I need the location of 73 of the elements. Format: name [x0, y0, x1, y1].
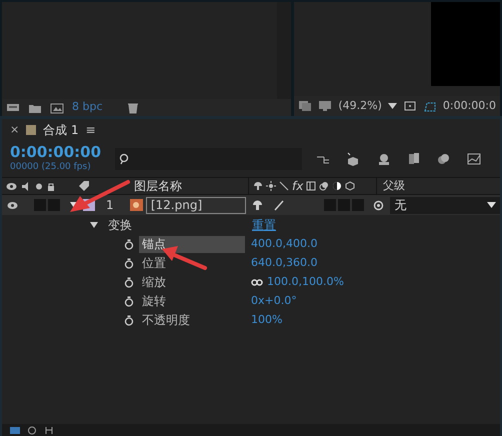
tag-icon[interactable]: [78, 180, 90, 192]
zoom-level[interactable]: (49.2%): [338, 98, 382, 114]
monitor-icon[interactable]: [318, 100, 332, 112]
flowchart-icon[interactable]: [6, 102, 20, 114]
slash-icon[interactable]: [272, 200, 284, 210]
solo-icon[interactable]: [35, 182, 43, 190]
layers-icon[interactable]: [436, 152, 452, 166]
stopwatch-icon[interactable]: [124, 296, 134, 307]
pick-whip-icon[interactable]: [373, 200, 384, 210]
snapshot-icon[interactable]: [298, 100, 312, 112]
property-value[interactable]: 100.0,100.0%: [267, 274, 344, 291]
layer-row[interactable]: 1 [12.png] 无: [2, 195, 500, 215]
composition-swatch: [26, 125, 36, 135]
property-value[interactable]: 400.0,400.0: [251, 236, 318, 253]
trash-icon[interactable]: [126, 102, 140, 114]
search-icon[interactable]: [27, 426, 38, 434]
shy-icon[interactable]: [252, 200, 263, 210]
parent-header[interactable]: 父级: [376, 178, 405, 194]
switch-toggle[interactable]: [34, 199, 46, 211]
shy-icon[interactable]: [253, 181, 263, 191]
footage-icon[interactable]: [130, 199, 143, 211]
dropdown-icon[interactable]: [388, 102, 397, 110]
layer-name-header[interactable]: 图层名称: [130, 177, 248, 195]
graph-editor-icon[interactable]: [466, 152, 482, 166]
search-field[interactable]: [115, 148, 302, 170]
composition-icon[interactable]: [10, 426, 21, 434]
effects-header[interactable]: fx: [292, 177, 304, 195]
expand-triangle[interactable]: [90, 221, 98, 229]
safe-area-icon[interactable]: [402, 100, 417, 112]
motion-blur-icon[interactable]: [319, 181, 330, 191]
current-time[interactable]: 0:00:00:00: [10, 143, 102, 162]
viewer-timecode[interactable]: 0:00:00:0: [442, 98, 496, 114]
slash-icon[interactable]: [279, 181, 289, 191]
panel-menu-button[interactable]: ≡: [86, 121, 96, 139]
motion-blur-icon[interactable]: [376, 152, 392, 166]
adjustment-icon[interactable]: [332, 181, 342, 191]
close-tab-button[interactable]: ×: [10, 122, 20, 138]
stopwatch-icon[interactable]: [124, 239, 134, 250]
eye-icon[interactable]: [7, 200, 18, 210]
sun-icon[interactable]: [266, 181, 276, 191]
property-name[interactable]: 旋转: [139, 293, 245, 310]
property-name[interactable]: 锚点: [139, 236, 245, 253]
property-group-name[interactable]: 变换: [108, 216, 252, 234]
property-value[interactable]: 0x+0.0°: [251, 293, 297, 310]
reset-link[interactable]: 重置: [252, 216, 276, 234]
frame-info: 00000 (25.00 fps): [10, 161, 92, 174]
layer-number: 1: [106, 197, 114, 214]
property-value[interactable]: 640.0,360.0: [251, 255, 318, 272]
property-name[interactable]: 位置: [139, 255, 245, 272]
switch-toggle[interactable]: [48, 199, 60, 211]
link-icon[interactable]: [251, 279, 263, 286]
annotation-arrow: [70, 180, 130, 212]
stopwatch-icon[interactable]: [124, 258, 134, 269]
property-value[interactable]: 100%: [251, 312, 282, 329]
stopwatch-icon[interactable]: [124, 315, 134, 326]
dropdown-icon: [487, 201, 496, 209]
cube-icon[interactable]: [345, 181, 356, 191]
eye-icon[interactable]: [6, 182, 17, 190]
switch-toggle[interactable]: [352, 199, 364, 211]
switch-toggle[interactable]: [338, 199, 350, 211]
property-name[interactable]: 缩放: [139, 274, 245, 291]
film-icon[interactable]: [306, 181, 316, 191]
stopwatch-icon[interactable]: [124, 277, 134, 288]
property-name[interactable]: 不透明度: [139, 312, 245, 329]
parent-dropdown[interactable]: 无: [390, 196, 500, 214]
switch-toggle[interactable]: [324, 199, 336, 211]
lock-icon[interactable]: [47, 182, 55, 190]
frame-blend-icon[interactable]: [406, 152, 422, 166]
composition-tab[interactable]: 合成 1: [43, 121, 79, 139]
speaker-icon[interactable]: [21, 182, 31, 190]
composition-icon[interactable]: [50, 102, 64, 114]
layer-name-field[interactable]: [12.png]: [146, 196, 246, 214]
mask-toggle-icon[interactable]: [422, 100, 437, 112]
